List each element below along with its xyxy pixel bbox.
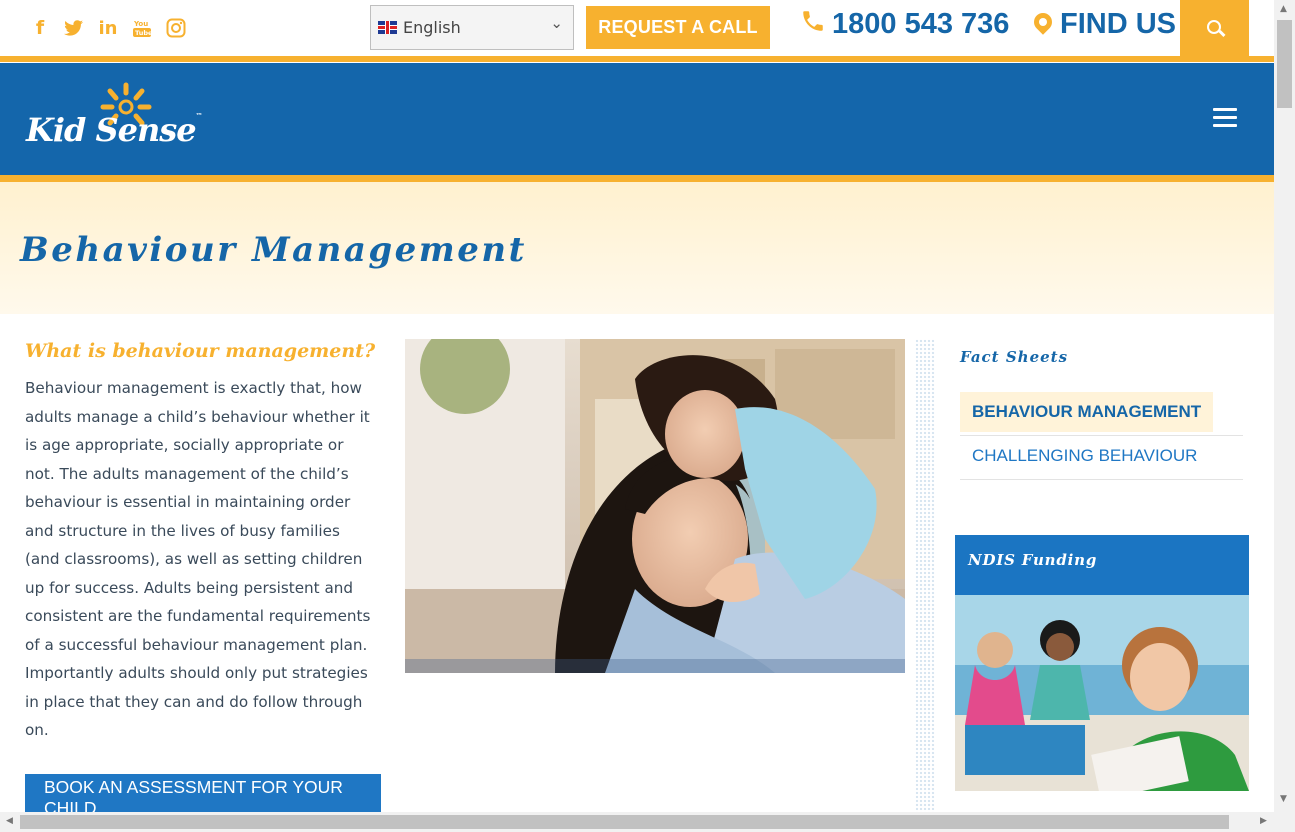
language-select[interactable]: English ⌄ bbox=[370, 5, 574, 50]
request-call-button[interactable]: REQUEST A CALL bbox=[586, 6, 770, 49]
map-pin-icon bbox=[1034, 13, 1052, 37]
linkedin-icon[interactable]: in bbox=[98, 14, 118, 42]
find-us-link[interactable]: FIND US bbox=[1034, 8, 1176, 41]
top-stripe bbox=[0, 56, 1274, 63]
social-links: f in You Tube bbox=[30, 14, 186, 42]
horizontal-scroll-thumb[interactable] bbox=[20, 815, 1229, 829]
facebook-icon[interactable]: f bbox=[30, 14, 50, 42]
scroll-up-arrow-icon[interactable]: ▲ bbox=[1280, 4, 1287, 14]
find-us-label: FIND US bbox=[1060, 8, 1176, 40]
vertical-scrollbar[interactable]: ▲ ▼ bbox=[1274, 0, 1295, 812]
phone-link[interactable]: 1800 543 736 bbox=[800, 8, 1009, 41]
page: f in You Tube English ⌄ REQUEST A CALL 18… bbox=[0, 0, 1295, 832]
phone-icon bbox=[800, 8, 826, 41]
ndis-title: NDIS Funding bbox=[968, 551, 1098, 569]
children-crafting-photo bbox=[955, 595, 1249, 791]
header-stripe bbox=[0, 175, 1274, 182]
article-body: Behaviour management is exactly that, ho… bbox=[25, 379, 371, 739]
fact-item-behaviour-management[interactable]: BEHAVIOUR MANAGEMENT bbox=[960, 392, 1243, 436]
instagram-icon[interactable] bbox=[166, 14, 186, 42]
fact-sheets-title: Fact Sheets bbox=[960, 348, 1069, 366]
youtube-icon[interactable]: You Tube bbox=[132, 14, 152, 42]
scroll-right-arrow-icon[interactable]: ▶ bbox=[1260, 816, 1267, 826]
svg-text:You: You bbox=[133, 20, 148, 28]
ndis-funding-card[interactable]: NDIS Funding bbox=[955, 535, 1249, 791]
logo-text: Kid Sense™ bbox=[26, 111, 203, 149]
fact-sheets-list: BEHAVIOUR MANAGEMENT CHALLENGING BEHAVIO… bbox=[960, 392, 1243, 480]
fact-item-challenging-behaviour[interactable]: CHALLENGING BEHAVIOUR bbox=[960, 436, 1243, 480]
site-header: Kid Sense™ bbox=[0, 63, 1274, 175]
article-heading: What is behaviour management? bbox=[25, 340, 376, 362]
svg-text:Tube: Tube bbox=[135, 29, 151, 37]
twitter-icon[interactable] bbox=[64, 14, 84, 42]
horizontal-scrollbar[interactable]: ◀ ▶ bbox=[0, 812, 1295, 832]
article: What is behaviour management? Behaviour … bbox=[25, 340, 385, 745]
chevron-down-icon: ⌄ bbox=[550, 14, 563, 32]
mother-daughter-photo bbox=[405, 339, 905, 673]
vertical-scroll-thumb[interactable] bbox=[1277, 20, 1292, 108]
scroll-down-arrow-icon[interactable]: ▼ bbox=[1280, 794, 1287, 804]
top-bar: f in You Tube English ⌄ REQUEST A CALL 18… bbox=[0, 0, 1274, 56]
page-hero: Behaviour Management bbox=[0, 182, 1274, 314]
kid-sense-logo[interactable]: Kid Sense™ bbox=[26, 81, 203, 159]
language-label: English bbox=[403, 18, 461, 37]
search-icon bbox=[1206, 20, 1223, 36]
scroll-left-arrow-icon[interactable]: ◀ bbox=[6, 816, 13, 826]
column-divider bbox=[915, 339, 935, 819]
uk-flag-icon bbox=[378, 21, 397, 34]
phone-number: 1800 543 736 bbox=[832, 8, 1010, 40]
page-title: Behaviour Management bbox=[20, 230, 527, 270]
menu-icon[interactable] bbox=[1213, 108, 1237, 128]
search-button[interactable] bbox=[1180, 0, 1249, 56]
